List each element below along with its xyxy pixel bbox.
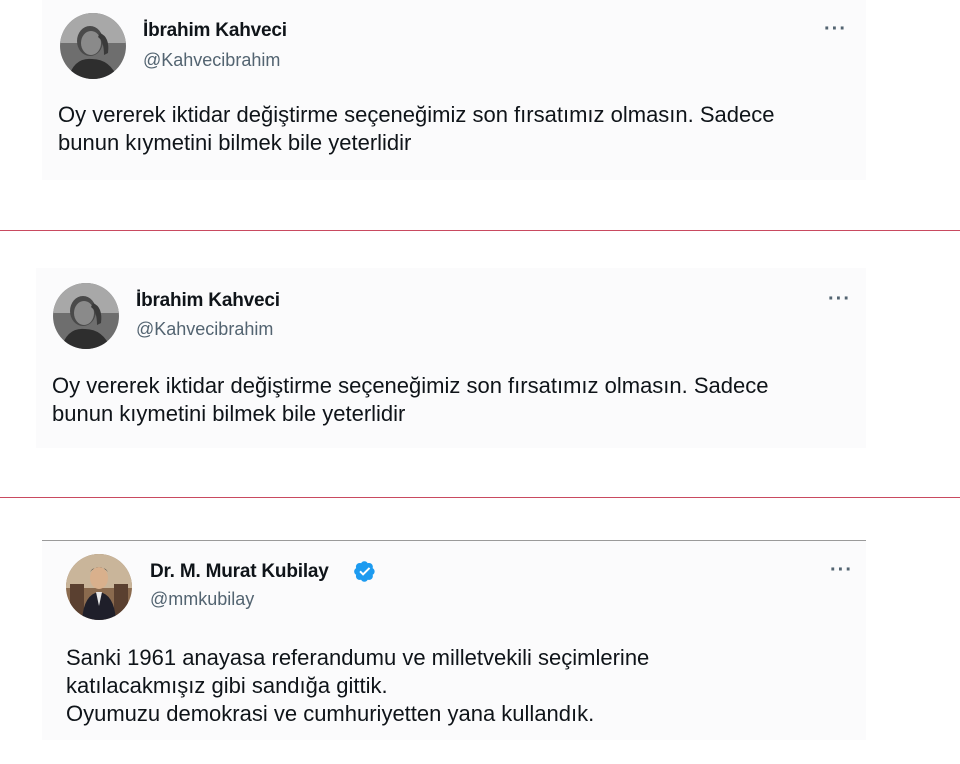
tweet-text-line: Sanki 1961 anayasa referandumu ve millet… [66, 645, 650, 670]
avatar[interactable] [60, 13, 126, 79]
user-handle[interactable]: @Kahvecibrahim [136, 319, 273, 340]
verified-badge-icon [354, 561, 375, 582]
avatar-image [66, 554, 132, 620]
divider [0, 230, 960, 231]
display-name[interactable]: İbrahim Kahveci [143, 20, 287, 42]
tweet-card-2[interactable]: İbrahim Kahveci @Kahvecibrahim ··· Oy ve… [36, 268, 866, 448]
more-dots-icon[interactable]: ··· [824, 19, 847, 39]
tweet-card-1[interactable]: İbrahim Kahveci @Kahvecibrahim ··· Oy ve… [42, 0, 866, 180]
tweet-text: Sanki 1961 anayasa referandumu ve millet… [66, 644, 866, 728]
display-name[interactable]: Dr. M. Murat Kubilay [150, 561, 329, 583]
user-handle[interactable]: @Kahvecibrahim [143, 50, 280, 71]
more-dots-icon[interactable]: ··· [830, 560, 853, 580]
avatar[interactable] [66, 554, 132, 620]
user-handle[interactable]: @mmkubilay [150, 589, 254, 610]
display-name[interactable]: İbrahim Kahveci [136, 290, 280, 312]
avatar[interactable] [53, 283, 119, 349]
tweet-text-line: Oyumuzu demokrasi ve cumhuriyetten yana … [66, 701, 595, 726]
more-dots-icon[interactable]: ··· [828, 289, 851, 309]
tweet-text: Oy vererek iktidar değiştirme seçeneğimi… [52, 372, 852, 428]
tweet-text-line: Oy vererek iktidar değiştirme seçeneğimi… [52, 373, 769, 398]
tweet-text-line: Oy vererek iktidar değiştirme seçeneğimi… [58, 102, 775, 127]
tweet-card-3[interactable]: Dr. M. Murat Kubilay @mmkubilay ··· Sank… [42, 540, 866, 740]
tweet-text-line: bunun kıymetini bilmek bile yeterlidir [58, 130, 412, 155]
divider [0, 497, 960, 498]
avatar-image [60, 13, 126, 79]
tweet-text-line: bunun kıymetini bilmek bile yeterlidir [52, 401, 406, 426]
avatar-image [53, 283, 119, 349]
tweet-text: Oy vererek iktidar değiştirme seçeneğimi… [58, 101, 858, 157]
tweet-text-line: katılacakmışız gibi sandığa gittik. [66, 673, 388, 698]
